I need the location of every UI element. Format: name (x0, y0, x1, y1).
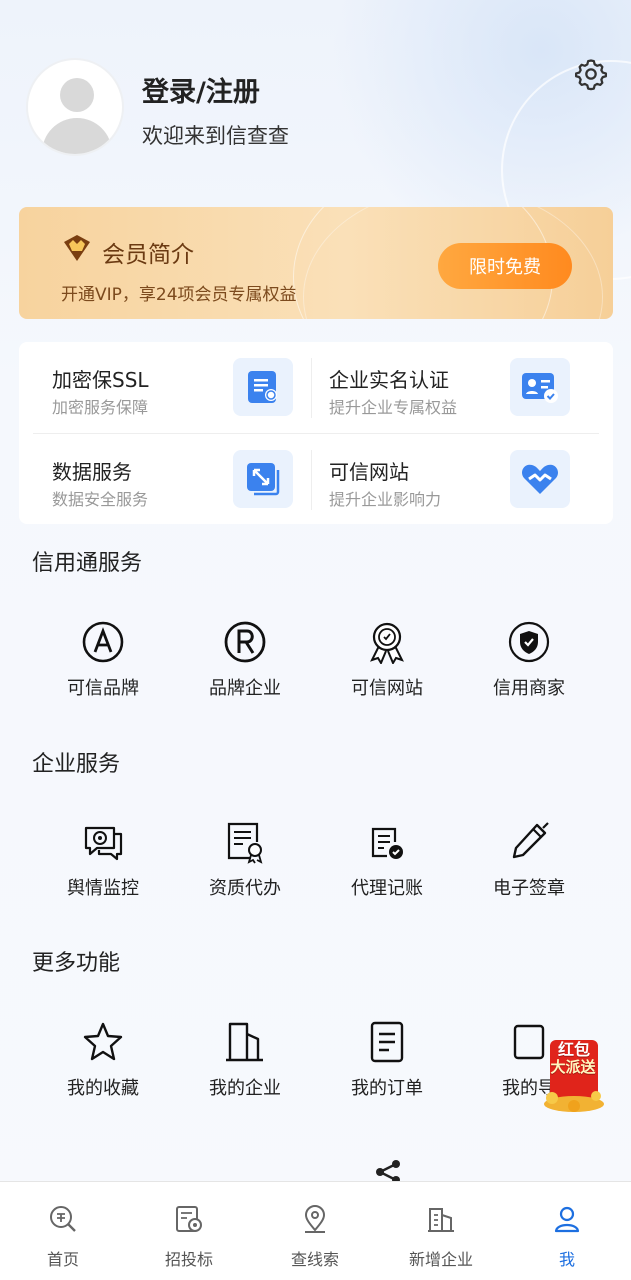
bid-target-icon (176, 1206, 202, 1232)
id-card-verify-icon (510, 358, 570, 416)
nav-label: 新增企业 (408, 1250, 473, 1269)
credit-section-title: 信用通服务 (32, 551, 143, 576)
grid-item-my-enterprise[interactable]: 我的企业 (174, 1020, 316, 1100)
service-subtitle: 加密服务保障 (52, 398, 149, 417)
service-subtitle: 提升企业专属权益 (329, 398, 458, 417)
vip-subtitle: 开通VIP，享24项会员专属权益 (61, 285, 297, 305)
bottom-navigation: 首页 招投标 查线索 新增企业 我 (0, 1181, 631, 1280)
service-subtitle: 数据安全服务 (52, 490, 149, 509)
grid-item-brand-enterprise[interactable]: 品牌企业 (174, 620, 316, 700)
nav-me[interactable]: 我 (504, 1182, 630, 1280)
new-building-icon (428, 1208, 454, 1232)
red-packet-promo[interactable]: 红包 大派送 (538, 1032, 608, 1114)
building-icon (226, 1022, 263, 1062)
grid-item-label: 我的企业 (209, 1078, 281, 1099)
grid-item-label: 信用商家 (493, 678, 565, 699)
grid-item-label: 资质代办 (209, 878, 281, 899)
grid-item-credit-merchant[interactable]: 信用商家 (458, 620, 600, 700)
grid-item-label: 电子签章 (493, 878, 565, 899)
order-list-icon (370, 1021, 404, 1063)
star-icon (83, 1022, 123, 1061)
nav-new-enterprise[interactable]: 新增企业 (378, 1182, 504, 1280)
vip-banner[interactable]: 会员简介 开通VIP，享24项会员专属权益 限时免费 (19, 207, 613, 319)
grid-item-my-orders[interactable]: 我的订单 (316, 1020, 458, 1100)
nav-label: 我 (558, 1250, 575, 1269)
service-trusted-site[interactable]: 可信网站 提升企业影响力 (296, 434, 576, 524)
home-search-icon (50, 1206, 76, 1232)
divider (311, 450, 312, 510)
grid-item-label: 可信网站 (351, 678, 423, 699)
nav-home[interactable]: 首页 (0, 1182, 126, 1280)
grid-item-bookkeeping[interactable]: 代理记账 (316, 820, 458, 900)
gear-icon[interactable] (574, 57, 608, 91)
brand-a-icon (82, 621, 124, 663)
nav-label: 查线索 (290, 1250, 339, 1269)
services-card: 加密保SSL 加密服务保障 企业实名认证 提升企业专属权益 数据服务 数据安全服… (19, 342, 613, 524)
promo-line2: 大派送 (550, 1058, 596, 1076)
user-profile-icon (554, 1206, 580, 1233)
service-data[interactable]: 数据服务 数据安全服务 (19, 434, 299, 524)
grid-item-trusted-brand[interactable]: 可信品牌 (32, 620, 174, 700)
grid-item-e-seal[interactable]: 电子签章 (458, 820, 600, 900)
grid-item-label: 代理记账 (351, 878, 423, 899)
avatar[interactable] (26, 58, 124, 156)
grid-item-my-favorites[interactable]: 我的收藏 (32, 1020, 174, 1100)
more-section-title: 更多功能 (32, 951, 121, 976)
grid-item-public-opinion[interactable]: 舆情监控 (32, 820, 174, 900)
service-title: 数据服务 (52, 460, 132, 484)
ledger-check-icon (371, 827, 403, 859)
location-pin-icon (304, 1205, 326, 1233)
registered-r-icon (224, 621, 266, 663)
grid-item-label: 我的订单 (351, 1078, 423, 1099)
login-register-link[interactable]: 登录/注册 (142, 70, 260, 109)
grid-item-trusted-site[interactable]: 可信网站 (316, 620, 458, 700)
award-ribbon-icon (370, 622, 404, 666)
shield-check-icon (508, 621, 550, 663)
crown-diamond-icon (64, 235, 90, 261)
service-title: 加密保SSL (52, 368, 149, 392)
chat-target-icon (84, 826, 123, 861)
heart-trust-icon (510, 450, 570, 508)
service-real-name[interactable]: 企业实名认证 提升企业专属权益 (296, 342, 576, 432)
welcome-text: 欢迎来到信查查 (142, 124, 289, 148)
ssl-document-icon (233, 358, 293, 416)
grid-item-label: 可信品牌 (67, 678, 139, 699)
service-title: 企业实名认证 (329, 368, 449, 392)
nav-bidding[interactable]: 招投标 (126, 1182, 252, 1280)
limited-free-button[interactable]: 限时免费 (438, 243, 572, 289)
service-title: 可信网站 (329, 460, 409, 484)
service-subtitle: 提升企业影响力 (329, 490, 442, 509)
grid-item-label: 品牌企业 (209, 678, 281, 699)
nav-label: 首页 (46, 1250, 79, 1269)
nav-clues[interactable]: 查线索 (252, 1182, 378, 1280)
vip-title: 会员简介 (102, 242, 194, 268)
divider (311, 358, 312, 418)
data-expand-icon (233, 450, 293, 508)
service-ssl[interactable]: 加密保SSL 加密服务保障 (19, 342, 299, 432)
nav-label: 招投标 (164, 1250, 213, 1269)
grid-item-label: 我的收藏 (67, 1078, 139, 1099)
grid-item-label: 舆情监控 (67, 878, 139, 899)
grid-item-qualification[interactable]: 资质代办 (174, 820, 316, 900)
divider (33, 433, 599, 434)
pen-sign-icon (512, 822, 549, 859)
enterprise-section-title: 企业服务 (32, 752, 121, 777)
certificate-icon (227, 822, 263, 864)
